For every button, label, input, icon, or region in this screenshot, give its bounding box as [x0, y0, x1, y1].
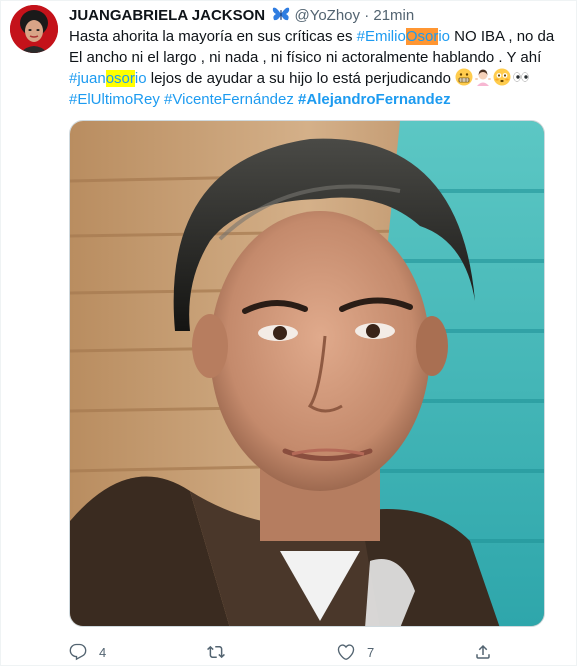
eyes-emoji: [513, 72, 529, 82]
author-handle[interactable]: @YoZhoy: [294, 7, 360, 24]
retweet-button[interactable]: [207, 642, 237, 662]
like-count: 7: [367, 644, 375, 660]
reply-button[interactable]: 4: [69, 642, 106, 662]
flushed-face-emoji: [493, 68, 511, 86]
hashtag-elultimorey[interactable]: #ElUltimoRey: [69, 91, 160, 108]
hashtag-vicentefernandez[interactable]: #VicenteFernández: [164, 91, 294, 108]
tweet-photo[interactable]: [69, 120, 545, 627]
heart-icon: [337, 644, 355, 660]
avatar[interactable]: [10, 5, 58, 53]
tweet-card[interactable]: JUANGABRIELA JACKSON @YoZhoy · 21min Has…: [0, 0, 577, 666]
grimacing-face-emoji: [455, 68, 473, 86]
tweet-text-segment: Hasta ahorita la mayoría en sus críticas…: [69, 28, 357, 45]
woman-shrugging-emoji: [475, 69, 492, 86]
reply-count: 4: [99, 644, 107, 660]
portrait-photo: [70, 121, 544, 626]
reply-icon: [69, 643, 87, 661]
share-button[interactable]: [474, 642, 504, 662]
hashtag-juanosorio[interactable]: #juanosorio: [69, 70, 147, 87]
share-icon: [476, 644, 490, 659]
hashtag-alejandrofernandez[interactable]: #AlejandroFernandez: [298, 91, 451, 108]
retweet-icon: [207, 645, 225, 659]
tweet-header: JUANGABRIELA JACKSON @YoZhoy · 21min: [69, 6, 414, 25]
butterfly-emoji: [273, 7, 290, 21]
like-button[interactable]: 7: [337, 642, 374, 662]
avatar-image: [10, 5, 58, 53]
timestamp[interactable]: 21min: [373, 7, 414, 24]
hashtag-emilioosorio[interactable]: #EmilioOsorio: [357, 28, 450, 45]
author-name[interactable]: JUANGABRIELA JACKSON: [69, 7, 265, 24]
tweet-actions: 4 7: [69, 642, 509, 662]
tweet-text: Hasta ahorita la mayoría en sus críticas…: [69, 26, 569, 110]
tweet-text-segment: lejos de ayudar a su hijo lo está perjud…: [146, 70, 456, 87]
header-separator: ·: [364, 7, 370, 24]
